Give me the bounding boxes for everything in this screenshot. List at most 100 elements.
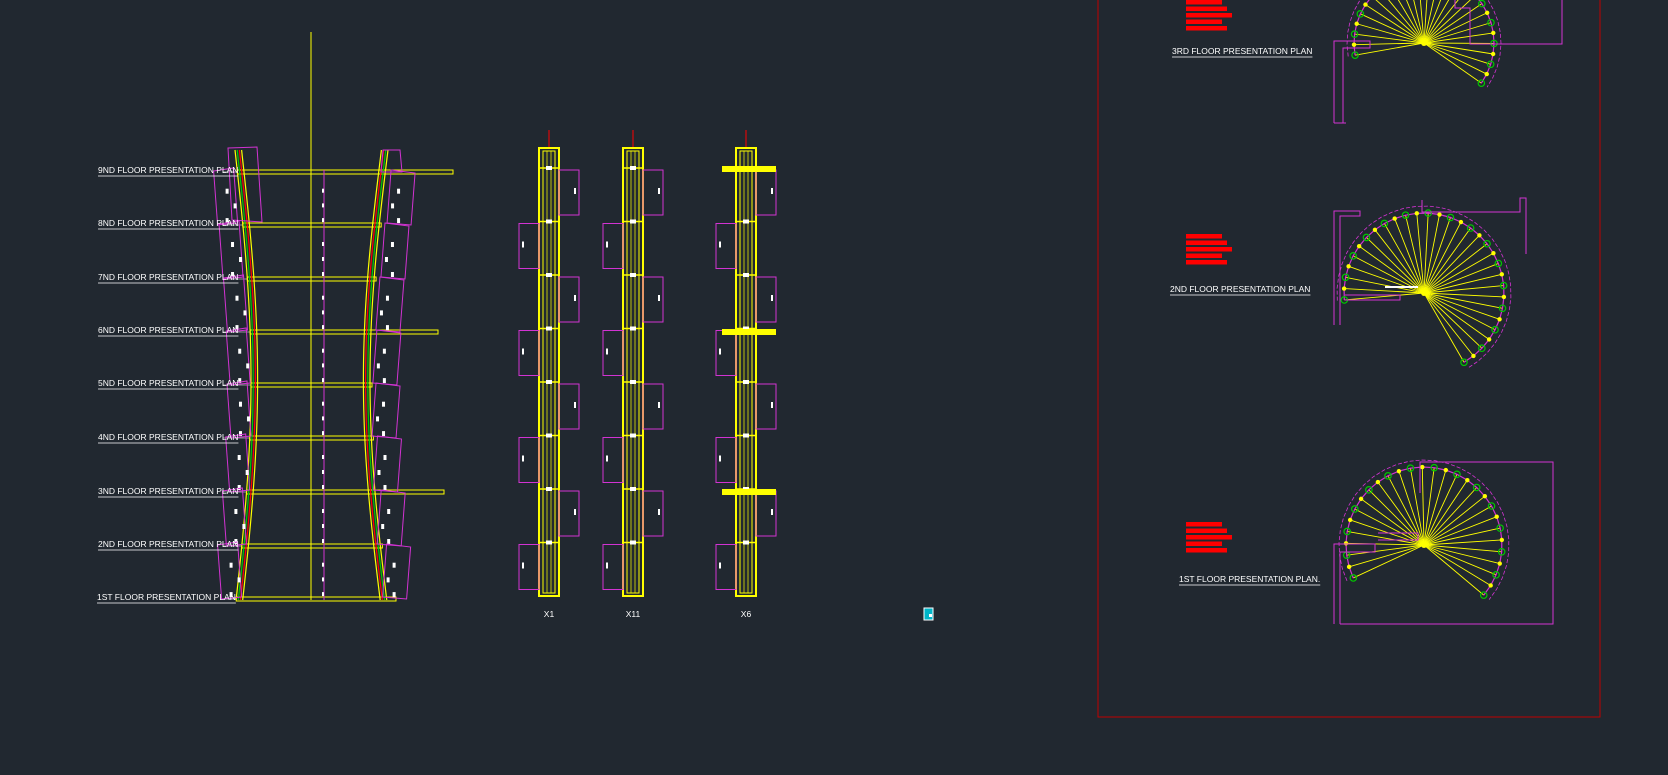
baluster-post xyxy=(1347,517,1353,523)
bracket-mark xyxy=(771,509,773,515)
bolt-mark xyxy=(322,272,324,276)
bolt-mark xyxy=(322,363,324,368)
annotation-note xyxy=(1186,240,1227,245)
baluster-post xyxy=(1501,294,1507,300)
annotation-note xyxy=(1186,26,1227,31)
bolt-mark xyxy=(376,363,380,369)
joint-bolt xyxy=(546,326,552,331)
bolt-mark xyxy=(246,363,250,369)
baluster-post xyxy=(1351,42,1357,47)
column-flange-plate xyxy=(722,489,776,495)
cursor-marker-icon[interactable] xyxy=(923,607,934,621)
bracket-mark xyxy=(606,348,608,355)
baluster-post xyxy=(1356,243,1362,249)
baluster-post xyxy=(1375,479,1381,485)
bolt-mark xyxy=(322,416,324,421)
baluster-post xyxy=(1392,216,1397,221)
plan-label-2nd: 2ND FLOOR PRESENTATION PLAN xyxy=(1170,284,1310,294)
bolt-mark xyxy=(322,455,324,459)
bolt-mark xyxy=(392,562,396,568)
bolt-mark xyxy=(382,431,386,437)
baluster-post xyxy=(1343,541,1349,546)
stair-center-column xyxy=(1421,40,1427,46)
bolt-mark xyxy=(238,401,242,407)
joint-bolt xyxy=(630,380,636,384)
bolt-mark xyxy=(322,539,324,543)
bolt-mark xyxy=(382,348,386,354)
bolt-mark xyxy=(379,310,383,316)
bracket-mark xyxy=(719,348,721,355)
floor-label-8: 8ND FLOOR PRESENTATION PLAN xyxy=(98,218,238,228)
cad-drawing-canvas[interactable]: 9ND FLOOR PRESENTATION PLAN 8ND FLOOR PR… xyxy=(0,0,1668,775)
baluster-post xyxy=(1443,467,1449,473)
joint-bolt xyxy=(630,166,636,170)
bracket-mark xyxy=(606,562,608,569)
column-flange-plate xyxy=(722,329,776,335)
annotation-note xyxy=(1186,13,1232,18)
joint-bolt xyxy=(630,433,636,438)
bolt-mark xyxy=(385,325,389,331)
baluster-post xyxy=(1346,564,1352,570)
baluster-post xyxy=(1346,264,1351,269)
baluster-post xyxy=(1499,272,1504,277)
plan-label-3rd: 3RD FLOOR PRESENTATION PLAN xyxy=(1172,46,1312,56)
bolt-mark xyxy=(322,242,324,246)
baluster-post xyxy=(1497,561,1502,566)
bolt-mark xyxy=(239,257,243,262)
bolt-mark xyxy=(382,378,386,384)
bracket-mark xyxy=(522,562,524,569)
floor-label-4: 4ND FLOOR PRESENTATION PLAN xyxy=(98,432,238,442)
baluster-post xyxy=(1491,251,1496,256)
bolt-mark xyxy=(242,524,246,529)
bolt-mark xyxy=(322,524,324,528)
bracket-mark xyxy=(606,455,608,462)
baluster-post xyxy=(1484,10,1490,15)
bolt-mark xyxy=(322,470,324,474)
floor-label-9: 9ND FLOOR PRESENTATION PLAN xyxy=(98,165,238,175)
bolt-mark xyxy=(234,509,238,514)
bolt-mark xyxy=(322,577,324,582)
bracket-mark xyxy=(574,295,576,301)
joint-bolt xyxy=(546,219,552,224)
floor-label-6: 6ND FLOOR PRESENTATION PLAN xyxy=(98,325,238,335)
joint-bolt xyxy=(546,487,552,491)
baluster-post xyxy=(1465,477,1470,483)
bolt-mark xyxy=(376,416,380,422)
baluster-post xyxy=(1499,537,1505,543)
bolt-mark xyxy=(237,455,241,460)
baluster-post xyxy=(1414,211,1419,216)
column-label-x6: X6 xyxy=(741,609,752,619)
bracket-mark xyxy=(522,348,524,355)
baluster-post xyxy=(1488,583,1493,588)
bolt-mark xyxy=(383,455,387,460)
bolt-mark xyxy=(390,272,394,277)
bolt-mark xyxy=(385,295,389,301)
bracket-mark xyxy=(574,402,576,408)
joint-bolt xyxy=(546,166,552,170)
bracket-mark xyxy=(771,295,773,301)
baluster-post xyxy=(1491,30,1496,36)
bolt-mark xyxy=(322,203,324,208)
bracket-mark xyxy=(658,295,660,301)
joint-bolt xyxy=(630,219,636,224)
bolt-mark xyxy=(383,485,387,490)
bracket-mark xyxy=(719,455,721,462)
bolt-mark xyxy=(243,310,247,316)
model-space-background xyxy=(0,0,1668,775)
annotation-note xyxy=(1186,260,1227,265)
bracket-mark xyxy=(771,188,773,194)
joint-bolt xyxy=(743,540,749,545)
bracket-mark xyxy=(658,509,660,515)
floor-label-7: 7ND FLOOR PRESENTATION PLAN xyxy=(98,272,238,282)
annotation-note xyxy=(1186,528,1227,533)
bolt-mark xyxy=(322,310,324,315)
bolt-mark xyxy=(322,485,324,489)
joint-bolt xyxy=(546,433,552,438)
bolt-mark xyxy=(237,577,241,583)
bolt-mark xyxy=(238,348,242,354)
joint-bolt xyxy=(546,380,552,384)
bolt-mark xyxy=(322,295,324,300)
floor-label-5: 5ND FLOOR PRESENTATION PLAN xyxy=(98,378,238,388)
joint-bolt xyxy=(630,540,636,545)
stair-center-column xyxy=(1421,290,1427,296)
